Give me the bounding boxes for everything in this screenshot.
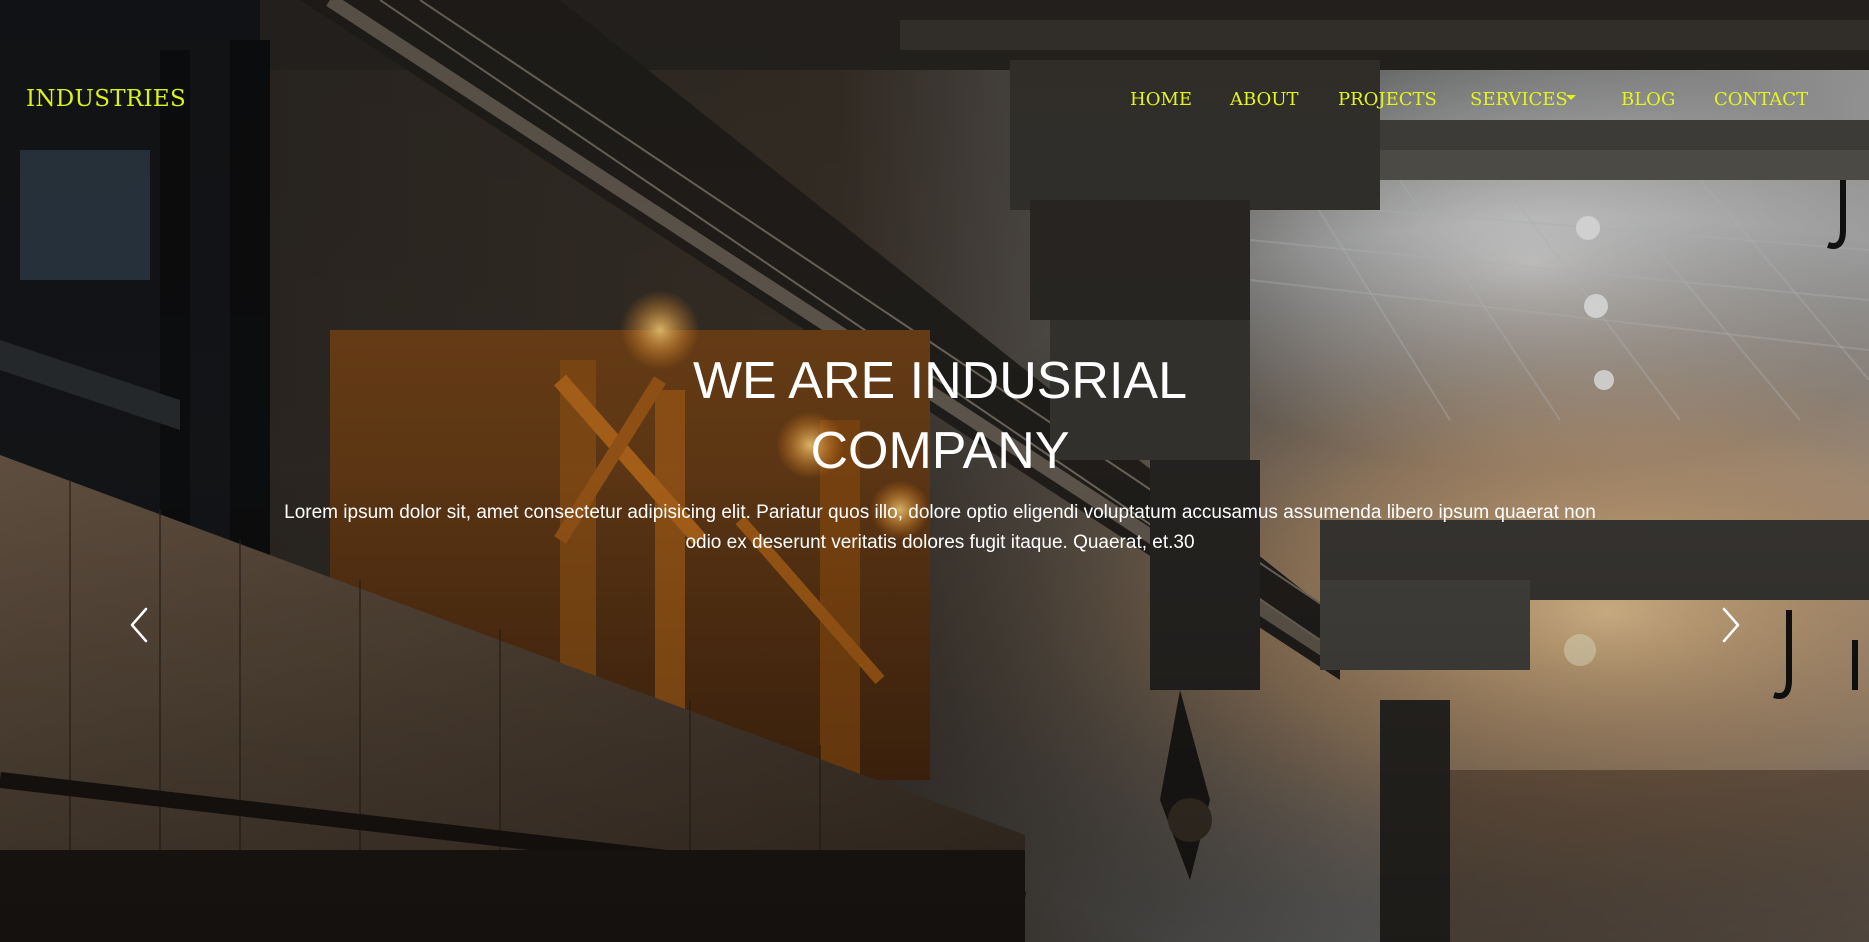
nav-about[interactable]: ABOUT bbox=[1230, 89, 1299, 110]
services-dropdown-caret-icon[interactable] bbox=[1566, 95, 1576, 100]
nav-services[interactable]: SERVICES bbox=[1470, 89, 1568, 110]
nav-blog[interactable]: BLOG bbox=[1621, 89, 1675, 110]
nav-projects[interactable]: PROJECTS bbox=[1338, 89, 1437, 110]
carousel-prev-button[interactable] bbox=[122, 603, 158, 647]
navbar: INDUSTRIES HOME ABOUT PROJECTS SERVICES … bbox=[0, 0, 1869, 202]
chevron-left-icon bbox=[130, 607, 148, 643]
hero-description: Lorem ipsum dolor sit, amet consectetur … bbox=[284, 502, 1596, 553]
nav-home[interactable]: HOME bbox=[1130, 89, 1192, 110]
hero-section: INDUSTRIES HOME ABOUT PROJECTS SERVICES … bbox=[0, 0, 1869, 942]
carousel-next-button[interactable] bbox=[1712, 603, 1748, 647]
hero-content: WE ARE INDUSRIAL COMPANY Lorem ipsum dol… bbox=[270, 346, 1610, 558]
hero-title: WE ARE INDUSRIAL COMPANY bbox=[692, 352, 1188, 480]
brand-logo[interactable]: INDUSTRIES bbox=[26, 86, 186, 112]
nav-contact[interactable]: CONTACT bbox=[1714, 89, 1808, 110]
chevron-right-icon bbox=[1722, 607, 1740, 643]
